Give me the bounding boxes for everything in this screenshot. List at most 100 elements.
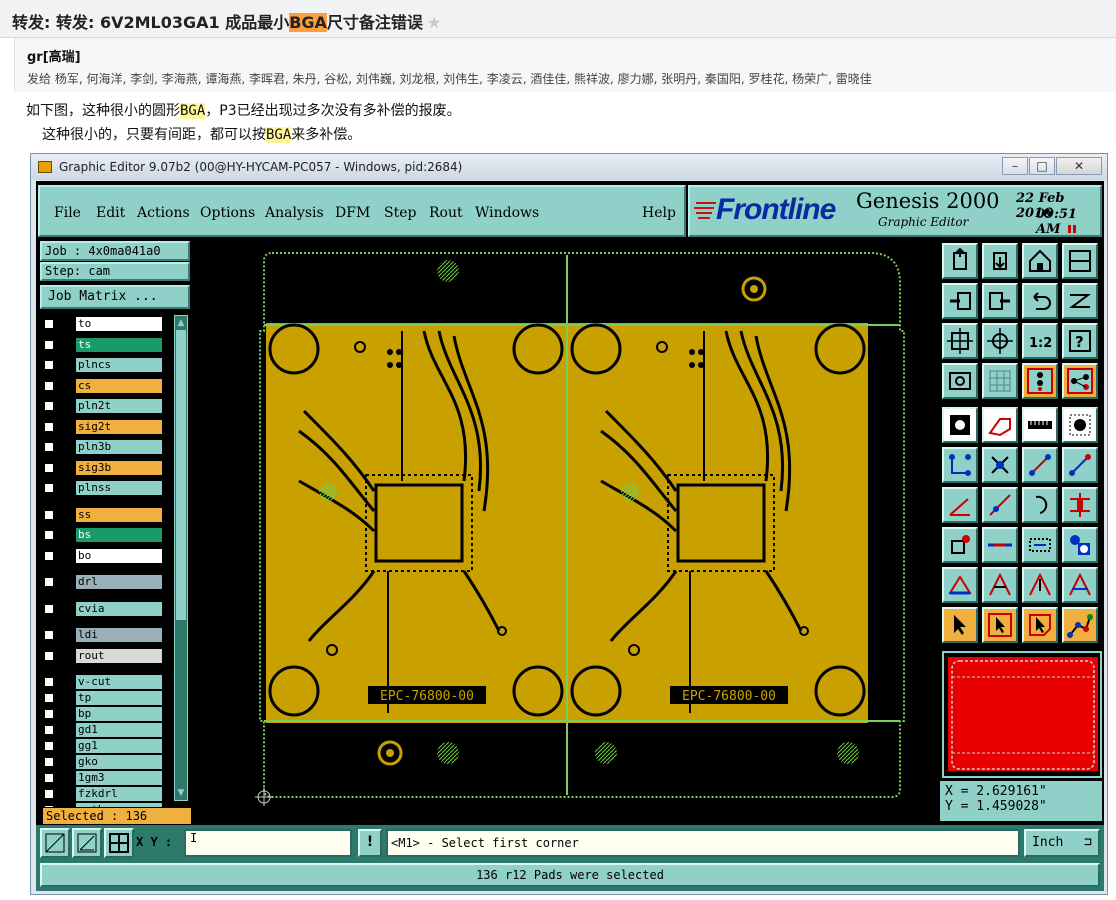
layer-name[interactable]: ldi bbox=[76, 628, 162, 642]
tool-triangle-icon[interactable] bbox=[942, 567, 978, 603]
layer-checkbox[interactable] bbox=[44, 677, 54, 687]
tool-select-poly-icon[interactable] bbox=[1022, 607, 1058, 643]
layer-row[interactable]: rout bbox=[40, 648, 164, 663]
layer-name[interactable]: bs bbox=[76, 528, 162, 542]
layer-row[interactable]: sig3b bbox=[40, 460, 164, 475]
layer-row[interactable]: gg1 bbox=[40, 739, 164, 753]
layer-checkbox[interactable] bbox=[44, 789, 54, 799]
graphic-canvas[interactable]: EPC-76800-00 EPC-76800-00 bbox=[194, 241, 936, 821]
layer-row[interactable]: pln3b bbox=[40, 440, 164, 454]
tool-connect-icon[interactable] bbox=[942, 447, 978, 483]
tool-ruler-icon[interactable] bbox=[1022, 407, 1058, 443]
layer-row[interactable]: sig2t bbox=[40, 419, 164, 434]
layer-name[interactable]: tp bbox=[76, 691, 162, 705]
layer-checkbox[interactable] bbox=[44, 319, 54, 329]
layer-row[interactable]: drl bbox=[40, 575, 164, 589]
overview-map[interactable] bbox=[942, 651, 1102, 778]
layer-row[interactable]: fzkdrl bbox=[40, 787, 164, 801]
layer-checkbox[interactable] bbox=[44, 530, 54, 540]
layer-row[interactable]: gd1 bbox=[40, 723, 164, 737]
scroll-down-icon[interactable]: ▼ bbox=[176, 788, 186, 798]
layer-name[interactable]: plnss bbox=[76, 481, 162, 495]
mail-sender[interactable]: gr[高瑞] bbox=[27, 46, 81, 65]
layer-name[interactable]: to bbox=[76, 317, 162, 331]
tool-pad-add-icon[interactable] bbox=[942, 527, 978, 563]
tool-arrow-b-icon[interactable] bbox=[1062, 567, 1098, 603]
layer-name[interactable]: gg1 bbox=[76, 739, 162, 753]
layer-name[interactable]: ss bbox=[76, 507, 162, 522]
layer-checkbox[interactable] bbox=[44, 442, 54, 452]
maximize-button[interactable]: □ bbox=[1029, 157, 1055, 175]
layer-row[interactable]: pln2t bbox=[40, 399, 164, 413]
layer-row[interactable]: plncs bbox=[40, 358, 164, 372]
layer-checkbox[interactable] bbox=[44, 380, 54, 391]
menu-rout[interactable]: Rout bbox=[429, 205, 463, 221]
tool-pointer-icon[interactable] bbox=[942, 607, 978, 643]
unit-selector[interactable]: Inch ⊐ bbox=[1024, 829, 1100, 857]
tool-select-box-icon[interactable] bbox=[982, 607, 1018, 643]
layer-name[interactable]: rout bbox=[76, 648, 162, 663]
menu-edit[interactable]: Edit bbox=[96, 205, 125, 221]
layer-checkbox[interactable] bbox=[44, 693, 54, 703]
layer-row[interactable]: 1gm3 bbox=[40, 771, 164, 785]
minimize-button[interactable]: – bbox=[1002, 157, 1028, 175]
layer-scrollbar[interactable]: ▲ ▼ bbox=[174, 315, 188, 801]
layer-checkbox[interactable] bbox=[44, 630, 54, 640]
tool-pad-icon[interactable] bbox=[942, 407, 978, 443]
tool-save-icon[interactable] bbox=[982, 243, 1018, 279]
layer-row[interactable]: gko bbox=[40, 755, 164, 769]
layer-checkbox[interactable] bbox=[44, 577, 54, 587]
menu-options[interactable]: Options bbox=[200, 205, 255, 221]
layer-checkbox[interactable] bbox=[44, 360, 54, 370]
star-icon[interactable]: ★ bbox=[427, 13, 441, 32]
menu-help[interactable]: Help bbox=[642, 205, 676, 221]
tool-snap-icon[interactable] bbox=[1022, 363, 1058, 399]
tool-cross-icon[interactable] bbox=[982, 447, 1018, 483]
tool-resize-icon[interactable] bbox=[1022, 527, 1058, 563]
window-titlebar[interactable]: Graphic Editor 9.07b2 (00@HY-HYCAM-PC057… bbox=[31, 154, 1107, 180]
layer-checkbox[interactable] bbox=[44, 550, 54, 561]
tool-edit-shape-icon[interactable] bbox=[982, 407, 1018, 443]
tool-move-left-icon[interactable] bbox=[942, 283, 978, 319]
tool-redo-icon[interactable] bbox=[1062, 283, 1098, 319]
grid-mode-icon[interactable] bbox=[104, 828, 134, 858]
layer-row[interactable]: cvia bbox=[40, 601, 164, 616]
tool-help-icon[interactable]: ? bbox=[1062, 323, 1098, 359]
layer-row[interactable]: tp bbox=[40, 691, 164, 705]
xy-input[interactable]: I bbox=[184, 829, 352, 857]
layer-checkbox[interactable] bbox=[44, 603, 54, 614]
layer-checkbox[interactable] bbox=[44, 773, 54, 783]
layer-checkbox[interactable] bbox=[44, 709, 54, 719]
tool-undo-icon[interactable] bbox=[1022, 283, 1058, 319]
tool-trace-icon[interactable] bbox=[982, 527, 1018, 563]
tool-home-icon[interactable] bbox=[1022, 243, 1058, 279]
layer-row[interactable]: ldi bbox=[40, 628, 164, 642]
layer-row[interactable]: bo bbox=[40, 548, 164, 563]
pause-icon[interactable] bbox=[1068, 225, 1078, 233]
menu-file[interactable]: File bbox=[54, 205, 81, 221]
layer-row[interactable]: bp bbox=[40, 707, 164, 721]
layer-name[interactable]: bp bbox=[76, 707, 162, 721]
layer-name[interactable]: pln2t bbox=[76, 399, 162, 413]
layer-name[interactable]: fzkdrl bbox=[76, 787, 162, 801]
layer-name[interactable]: gd1 bbox=[76, 723, 162, 737]
tool-line-icon[interactable] bbox=[1022, 447, 1058, 483]
tool-move-right-icon[interactable] bbox=[982, 283, 1018, 319]
menu-actions[interactable]: Actions bbox=[137, 205, 190, 221]
layer-name[interactable]: pln3b bbox=[76, 440, 162, 454]
layer-row[interactable]: ts bbox=[40, 337, 164, 352]
layer-row[interactable]: cs bbox=[40, 378, 164, 393]
tool-arc-icon[interactable] bbox=[1022, 487, 1058, 523]
layer-checkbox[interactable] bbox=[44, 725, 54, 735]
angle-mode-icon[interactable] bbox=[72, 828, 102, 858]
scroll-thumb[interactable] bbox=[176, 330, 186, 620]
layer-checkbox[interactable] bbox=[44, 421, 54, 432]
layer-checkbox[interactable] bbox=[44, 339, 54, 350]
tool-grid-icon[interactable] bbox=[982, 363, 1018, 399]
tool-slope-icon[interactable] bbox=[982, 487, 1018, 523]
close-button[interactable]: ✕ bbox=[1056, 157, 1102, 175]
layer-name[interactable]: sig3b bbox=[76, 460, 162, 475]
tool-open-icon[interactable] bbox=[942, 243, 978, 279]
layer-row[interactable]: to bbox=[40, 317, 164, 331]
tool-angle-icon[interactable] bbox=[942, 487, 978, 523]
